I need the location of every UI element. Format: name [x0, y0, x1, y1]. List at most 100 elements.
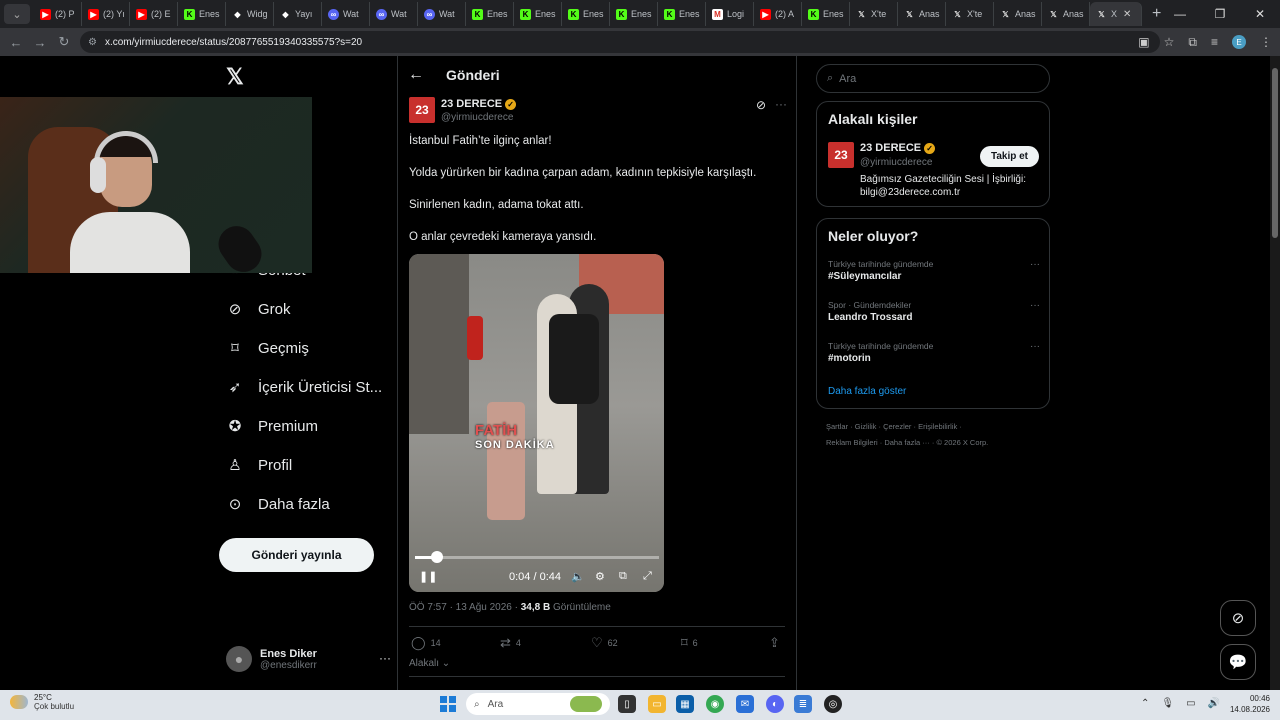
- mail-icon[interactable]: ✉: [736, 695, 754, 713]
- post-more-icon[interactable]: ···: [775, 97, 787, 111]
- browser-menu-icon[interactable]: ⋮: [1260, 35, 1272, 49]
- follow-button[interactable]: Takip et: [980, 146, 1039, 167]
- video-progress-bar[interactable]: [415, 551, 659, 563]
- browser-tab[interactable]: K Enes: [178, 2, 226, 26]
- browser-tab[interactable]: 𝕏 Anas: [898, 2, 946, 26]
- bookmark-star-icon[interactable]: ☆: [1164, 35, 1175, 49]
- nav-item-5[interactable]: ♙ Profil: [226, 456, 292, 475]
- picture-in-picture-icon[interactable]: ⧉: [619, 570, 627, 583]
- related-toggle[interactable]: Alakalı ⌄: [409, 658, 450, 669]
- microphone-tray-icon[interactable]: 🎙: [1161, 698, 1174, 709]
- url-field[interactable]: ⚙ x.com/yirmiucderece/status/20877655193…: [80, 31, 1160, 53]
- tab-search-button[interactable]: ⌄: [4, 4, 30, 24]
- browser-tab[interactable]: ∞ Wat: [322, 2, 370, 26]
- cast-icon[interactable]: ▣: [1138, 35, 1149, 49]
- search-input[interactable]: ⌕ Ara: [816, 64, 1050, 93]
- nav-item-6[interactable]: ⊙ Daha fazla: [226, 495, 330, 514]
- browser-tab[interactable]: K Enes: [466, 2, 514, 26]
- post-button[interactable]: Gönderi yayınla: [219, 538, 374, 572]
- browser-tab[interactable]: K Enes: [514, 2, 562, 26]
- author-avatar[interactable]: 23: [409, 97, 435, 123]
- pause-icon[interactable]: ❚❚: [419, 570, 437, 583]
- video-settings-icon[interactable]: ⚙: [595, 570, 605, 583]
- related-person-handle[interactable]: @yirmiucderece: [860, 157, 932, 168]
- chrome-icon[interactable]: ◉: [706, 695, 724, 713]
- related-person-avatar[interactable]: 23: [828, 142, 854, 168]
- volume-icon[interactable]: 🔈: [571, 570, 585, 583]
- related-person-name-row[interactable]: 23 DERECE ✓: [860, 142, 936, 154]
- obs-icon[interactable]: ◎: [824, 695, 842, 713]
- nav-item-1[interactable]: ⊘ Grok: [226, 300, 291, 319]
- profile-avatar-icon[interactable]: E: [1232, 35, 1246, 49]
- footer-line[interactable]: Şartlar · Gizlilik · Çerezler · Erişileb…: [826, 419, 1040, 435]
- network-icon[interactable]: ▭: [1186, 698, 1195, 709]
- tray-chevron-icon[interactable]: ⌃: [1141, 698, 1149, 709]
- reload-icon[interactable]: ↻: [52, 34, 76, 50]
- taskbar-search[interactable]: ⌕ Ara: [466, 693, 610, 715]
- post-timestamp[interactable]: ÖÖ 7:57 · 13 Ağu 2026 ·: [409, 602, 521, 613]
- footer-line[interactable]: Reklam Bilgileri · Daha fazla ··· · © 20…: [826, 435, 1040, 451]
- store-icon[interactable]: ▦: [676, 695, 694, 713]
- share-button[interactable]: ⇪: [769, 635, 780, 651]
- maximize-button[interactable]: ❐: [1200, 0, 1240, 28]
- author-handle[interactable]: @yirmiucderece: [441, 112, 513, 123]
- discord-icon[interactable]: ◐: [766, 695, 784, 713]
- trend-more-icon[interactable]: ···: [1030, 259, 1040, 270]
- video-player[interactable]: FATİH SON DAKİKA ❚❚ 0:04 / 0:44 🔈 ⚙ ⧉ ⤢: [409, 254, 664, 592]
- like-button[interactable]: ♡ 62: [591, 635, 618, 651]
- video-scrub-handle[interactable]: [430, 551, 443, 563]
- browser-tab[interactable]: K Enes: [610, 2, 658, 26]
- page-scrollbar[interactable]: [1270, 56, 1280, 690]
- browser-tab[interactable]: 𝕏 X'te: [946, 2, 994, 26]
- nav-item-4[interactable]: ✪ Premium: [226, 417, 318, 436]
- file-explorer-icon[interactable]: ▭: [648, 695, 666, 713]
- browser-tab[interactable]: K Enes: [562, 2, 610, 26]
- reply-button[interactable]: ◯ 14: [411, 635, 441, 651]
- scroll-thumb[interactable]: [1272, 68, 1278, 238]
- forward-icon[interactable]: →: [28, 35, 52, 50]
- author-name-row[interactable]: 23 DERECE ✓: [441, 98, 517, 110]
- minimize-button[interactable]: —: [1160, 0, 1200, 28]
- browser-tab[interactable]: ▶ (2) Yı: [82, 2, 130, 26]
- grok-explain-icon[interactable]: ⊘: [756, 98, 766, 112]
- trend-item[interactable]: Türkiye tarihinde gündemde #Süleymancılar…: [828, 259, 1040, 282]
- trend-item[interactable]: Spor · Gündemdekiler Leandro Trossard ···: [828, 300, 1040, 323]
- close-window-button[interactable]: ✕: [1240, 0, 1280, 28]
- weather-widget[interactable]: 25°C Çok bulutlu: [10, 693, 74, 711]
- messages-fab-button[interactable]: 💬: [1220, 644, 1256, 680]
- site-settings-icon[interactable]: ⚙: [88, 37, 97, 48]
- system-clock[interactable]: 00:46 14.08.2026: [1230, 693, 1270, 715]
- speaker-icon[interactable]: 🔊: [1208, 698, 1220, 709]
- browser-tab[interactable]: ▶ (2) P: [34, 2, 82, 26]
- media-icon[interactable]: ≡: [1211, 35, 1218, 49]
- browser-tab[interactable]: K Enes: [802, 2, 850, 26]
- browser-tab[interactable]: K Enes: [658, 2, 706, 26]
- browser-tab[interactable]: 𝕏 Anas: [1042, 2, 1090, 26]
- back-arrow-icon[interactable]: ←: [408, 66, 424, 84]
- browser-tab[interactable]: ▶ (2) A: [754, 2, 802, 26]
- repost-button[interactable]: ⇄ 4: [500, 635, 521, 651]
- x-logo-icon[interactable]: 𝕏: [226, 64, 244, 90]
- show-more-link[interactable]: Daha fazla göster: [828, 386, 906, 397]
- browser-tab[interactable]: ∞ Wat: [418, 2, 466, 26]
- back-icon[interactable]: ←: [4, 35, 28, 50]
- browser-tab[interactable]: 𝕏 Anas: [994, 2, 1042, 26]
- trend-more-icon[interactable]: ···: [1030, 300, 1040, 311]
- account-more-icon[interactable]: ···: [379, 651, 391, 665]
- trend-item[interactable]: Türkiye tarihinde gündemde #motorin ···: [828, 341, 1040, 364]
- tab-close-icon[interactable]: ✕: [1123, 9, 1131, 20]
- bookmark-button[interactable]: ⌑ 6: [681, 635, 698, 651]
- windows-start-icon[interactable]: [440, 696, 456, 712]
- nav-item-3[interactable]: ➶ İçerik Üreticisi St...: [226, 378, 382, 397]
- notepad-icon[interactable]: ≣: [794, 695, 812, 713]
- task-view-icon[interactable]: ▯: [618, 695, 636, 713]
- nav-item-2[interactable]: ⌑ Geçmiş: [226, 339, 309, 358]
- trend-more-icon[interactable]: ···: [1030, 341, 1040, 352]
- grok-fab-button[interactable]: ⊘: [1220, 600, 1256, 636]
- extensions-icon[interactable]: ⧉: [1188, 35, 1197, 50]
- fullscreen-icon[interactable]: ⤢: [643, 570, 652, 583]
- account-switcher[interactable]: ● Enes Diker @enesdikerr ···: [226, 641, 391, 677]
- browser-tab[interactable]: 𝕏 X'te: [850, 2, 898, 26]
- browser-tab[interactable]: 𝕏 X ✕: [1090, 2, 1142, 26]
- browser-tab[interactable]: M Logi: [706, 2, 754, 26]
